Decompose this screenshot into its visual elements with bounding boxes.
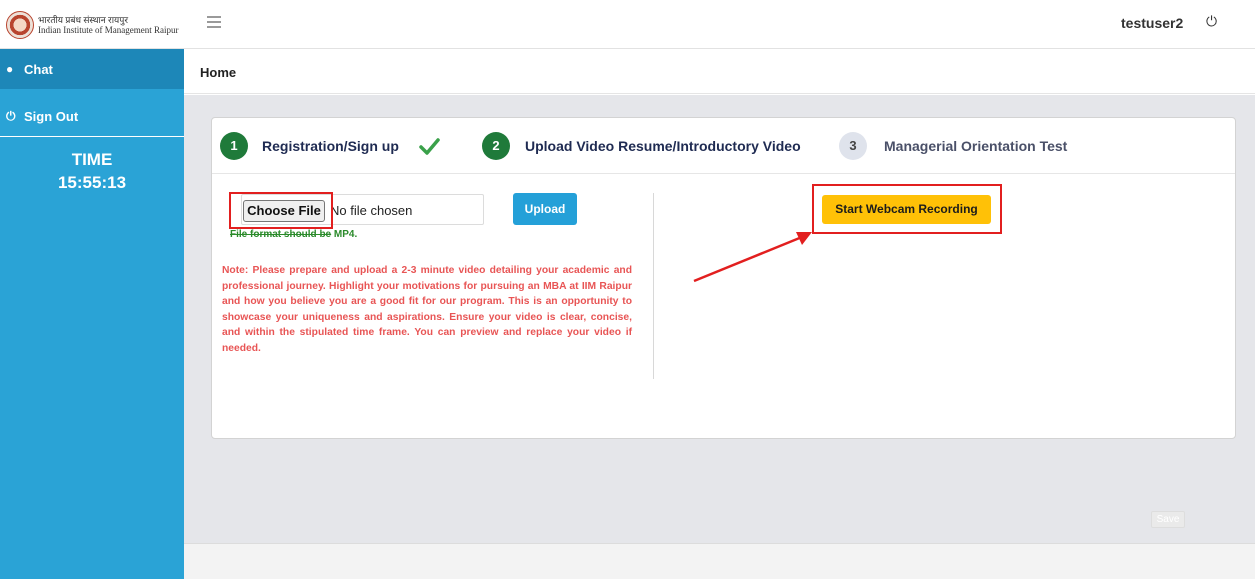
step-1-label: Registration/Sign up	[262, 138, 399, 154]
file-format-note: File format should be MP4.	[230, 229, 357, 240]
iim-raipur-logo[interactable]: भारतीय प्रबंध संस्थान रायपुर Indian Inst…	[6, 7, 191, 43]
checkmark-icon	[419, 138, 440, 155]
upload-button[interactable]: Upload	[513, 193, 577, 225]
annotation-arrow-icon	[693, 232, 812, 283]
step-2-label: Upload Video Resume/Introductory Video	[525, 138, 801, 154]
save-button[interactable]: Save	[1151, 511, 1185, 528]
username-label[interactable]: testuser2	[1121, 15, 1183, 31]
step-3-label: Managerial Orientation Test	[884, 138, 1068, 154]
sidebar-item-label: Sign Out	[24, 109, 79, 124]
breadcrumb-home[interactable]: Home	[200, 65, 236, 80]
chat-bubble-icon: ●	[6, 62, 14, 76]
annotation-box-choose-file	[229, 192, 333, 229]
breadcrumb: Home	[184, 49, 1255, 94]
annotation-box-webcam	[812, 184, 1002, 234]
time-value: 15:55:13	[57, 173, 127, 192]
logo-english: Indian Institute of Management Raipur	[38, 25, 179, 35]
power-icon: ⏻	[6, 109, 16, 123]
top-header: भारतीय प्रबंध संस्थान रायपुर Indian Inst…	[0, 0, 1255, 49]
step-3-number: 3	[839, 132, 867, 160]
column-divider	[653, 193, 654, 379]
video-instructions-note: Note: Please prepare and upload a 2-3 mi…	[222, 265, 632, 354]
logo-text: भारतीय प्रबंध संस्थान रायपुर Indian Inst…	[38, 15, 178, 35]
sidebar: ● Chat ⏻ Sign Out TIME 15:55:13	[0, 49, 184, 579]
step-2-number: 2	[482, 132, 510, 160]
no-file-chosen-text: No file chosen	[330, 203, 413, 218]
time-label: TIME	[71, 150, 113, 169]
sidebar-item-sign-out[interactable]: ⏻ Sign Out	[0, 97, 184, 137]
power-icon[interactable]: ⏻	[1206, 13, 1217, 30]
hamburger-icon[interactable]	[207, 16, 221, 28]
footer	[184, 543, 1255, 579]
sidebar-item-label: Chat	[24, 61, 53, 77]
institute-emblem-icon	[6, 11, 34, 39]
progress-steps: 1 Registration/Sign up 2 Upload Video Re…	[212, 118, 1235, 174]
sidebar-item-chat[interactable]: ● Chat	[0, 49, 184, 89]
logo-hindi: भारतीय प्रबंध संस्थान रायपुर	[38, 15, 129, 25]
file-format-note-rest: MP4.	[331, 229, 358, 240]
file-format-note-struck: File format should be	[230, 229, 332, 240]
step-1-number: 1	[220, 132, 248, 160]
